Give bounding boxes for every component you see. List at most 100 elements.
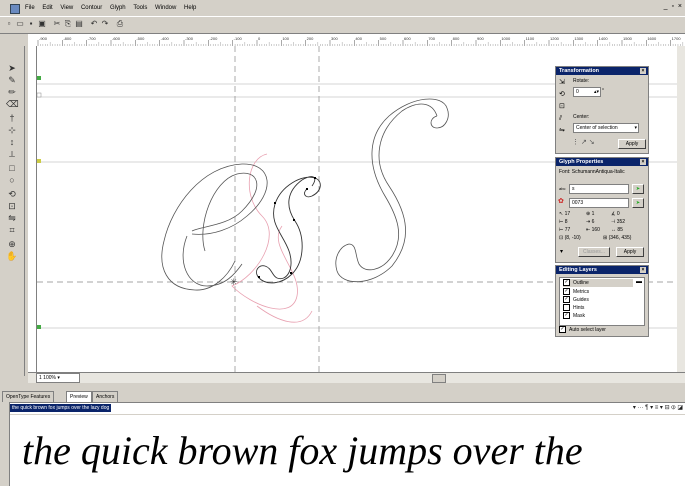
glyph-apply-button[interactable]: Apply <box>616 247 644 257</box>
pen-tool-icon[interactable]: ✎ <box>6 74 18 86</box>
go-arrow-icon[interactable]: ➤ <box>632 184 644 194</box>
hint-tool-icon[interactable]: ↕ <box>6 136 18 148</box>
glyph-s-outline[interactable] <box>256 176 321 284</box>
layer-checkbox[interactable]: ✓ <box>563 288 570 295</box>
metric-w2[interactable]: ⇤ 160 <box>586 227 600 234</box>
tab-preview[interactable]: Preview <box>66 391 92 402</box>
open-icon[interactable]: ▭ <box>15 19 25 29</box>
rotate-icon[interactable]: ⟲ <box>559 91 565 98</box>
copy-icon[interactable]: ⎘ <box>63 19 73 29</box>
horizontal-scrollbar[interactable] <box>28 372 685 383</box>
rectangle-tool-icon[interactable]: □ <box>6 162 18 174</box>
undo-icon[interactable]: ↶ <box>89 19 99 29</box>
metric-rsb[interactable]: ⊢ 77 <box>559 227 570 234</box>
guide-marker[interactable] <box>37 76 41 80</box>
unicode-input[interactable]: 0073 <box>569 198 629 208</box>
ruler-tick-label: 1100 <box>526 36 535 41</box>
metric-h[interactable]: ↔ 85 <box>611 227 623 234</box>
tool-palette: ➤ ✎ ✏ ⌫ † ⊹ ↕ ⟂ □ ○ ⟲ ⊡ ⇋ ⌗ ⊕ ✋ <box>0 46 25 376</box>
guide-marker[interactable] <box>37 159 41 163</box>
pencil-tool-icon[interactable]: ✏ <box>6 86 18 98</box>
layer-item-guides[interactable]: ✓ Guides <box>563 296 589 304</box>
ruler-tick-label: 700 <box>428 36 435 41</box>
metric-adv[interactable]: ⇥ 6 <box>586 219 594 226</box>
new-icon[interactable]: ▫ <box>4 19 14 29</box>
layers-list: ✓ Outline ▬ ✓ Metrics ✓ Guides Hints ✓ Mask <box>559 277 645 326</box>
layer-checkbox[interactable]: ✓ <box>563 296 570 303</box>
go-arrow-icon[interactable]: ➤ <box>632 198 644 208</box>
glyph-e-outline <box>161 163 268 291</box>
menu-window[interactable]: Window <box>152 0 179 16</box>
close-icon[interactable]: × <box>640 68 646 74</box>
guide-marker[interactable] <box>37 325 41 329</box>
transform-apply-button[interactable]: Apply <box>618 139 646 149</box>
ruler-tick-label: 1700 <box>672 36 682 41</box>
center-label: Center: <box>573 114 590 120</box>
tab-anchors[interactable]: Anchors <box>92 391 119 402</box>
ruler-tick-label: 300 <box>331 36 338 41</box>
add-node-tool-icon[interactable]: ⊹ <box>6 124 18 136</box>
rotate-tool-icon[interactable]: ⟲ <box>6 188 18 200</box>
layer-checkbox[interactable]: ✓ <box>563 279 570 286</box>
scroll-thumb[interactable] <box>432 374 446 383</box>
close-icon[interactable]: × <box>640 159 646 165</box>
move-icon[interactable]: ⇲ <box>559 79 565 86</box>
zoom-combo[interactable]: 1 100% ▾ <box>36 373 80 383</box>
scale-tool-icon[interactable]: ⊡ <box>6 200 18 212</box>
vertical-scrollbar[interactable] <box>677 46 685 372</box>
zoom-tool-icon[interactable]: ⊕ <box>6 238 18 250</box>
transform-tools-icon[interactable]: ⋮ ↗ ↘ <box>572 139 595 146</box>
window-controls[interactable]: _ ▫ × <box>664 3 683 10</box>
layer-item-outline[interactable]: ✓ Outline <box>563 279 633 287</box>
eraser-tool-icon[interactable]: ⌫ <box>6 98 19 110</box>
metric-lsb[interactable]: ⊢ 8 <box>559 219 568 226</box>
menu-glyph[interactable]: Glyph <box>107 0 129 16</box>
ruler-tick-label: -300 <box>185 36 194 41</box>
mirror-icon[interactable]: ⇋ <box>559 127 565 134</box>
save-all-icon[interactable]: ▣ <box>37 19 47 29</box>
layer-item-metrics[interactable]: ✓ Metrics <box>563 288 589 296</box>
classes-button[interactable]: Classes... <box>578 247 610 257</box>
pointer-tool-icon[interactable]: ➤ <box>6 62 18 74</box>
app-icon[interactable] <box>10 4 20 14</box>
ruler-tick-label: 1200 <box>550 36 560 41</box>
menu-file[interactable]: File <box>22 0 38 16</box>
expand-arrow-icon[interactable]: ▾ <box>560 249 563 256</box>
auto-select-checkbox[interactable]: ✓ Auto select layer <box>559 326 606 334</box>
measure-tool-icon[interactable]: ⟂ <box>6 148 18 160</box>
layer-dropdown-icon[interactable]: ▬ <box>636 279 642 285</box>
metric-width[interactable]: ⊣ 352 <box>611 219 625 226</box>
panel-grip[interactable] <box>0 402 10 486</box>
cut-icon[interactable]: ✂ <box>52 19 62 29</box>
ellipse-tool-icon[interactable]: ○ <box>6 174 18 186</box>
layer-item-hints[interactable]: Hints <box>563 304 584 312</box>
flip-tool-icon[interactable]: ⇋ <box>6 212 18 224</box>
redo-icon[interactable]: ↷ <box>100 19 110 29</box>
preview-controls[interactable]: ▾ ··· ¶ ▾ ≡ ▾ ⊟ ⦶ ◪ <box>633 404 683 412</box>
menu-tools[interactable]: Tools <box>130 0 150 16</box>
menu-view[interactable]: View <box>57 0 76 16</box>
preview-text-input[interactable]: the quick brown fox jumps over the lazy … <box>10 404 112 412</box>
layer-index: 1 <box>39 375 42 381</box>
save-icon[interactable]: ▪ <box>26 19 36 29</box>
paste-icon[interactable]: ▤ <box>74 19 84 29</box>
grid-tool-icon[interactable]: ⌗ <box>6 224 18 236</box>
knife-tool-icon[interactable]: † <box>6 112 18 124</box>
glyph-name-input[interactable]: s <box>569 184 629 194</box>
rotate-input[interactable]: 0 ▴▾ <box>573 87 601 97</box>
close-icon[interactable]: × <box>640 267 646 273</box>
print-icon[interactable]: ⎙ <box>115 19 125 29</box>
layer-checkbox[interactable] <box>563 304 570 311</box>
layer-item-mask[interactable]: ✓ Mask <box>563 312 585 320</box>
scale-icon[interactable]: ⊡ <box>559 103 565 110</box>
slant-icon[interactable]: ⫽ <box>559 115 562 122</box>
menu-edit[interactable]: Edit <box>39 0 55 16</box>
tab-opentype-features[interactable]: OpenType Features <box>2 391 55 402</box>
guide-marker[interactable] <box>37 92 42 98</box>
menu-contour[interactable]: Contour <box>78 0 105 16</box>
menu-help[interactable]: Help <box>181 0 199 16</box>
hand-tool-icon[interactable]: ✋ <box>6 250 18 262</box>
center-select[interactable]: Center of selection ▾ <box>573 123 639 133</box>
layer-checkbox[interactable]: ✓ <box>563 312 570 319</box>
glyph-S-outline <box>335 98 449 283</box>
